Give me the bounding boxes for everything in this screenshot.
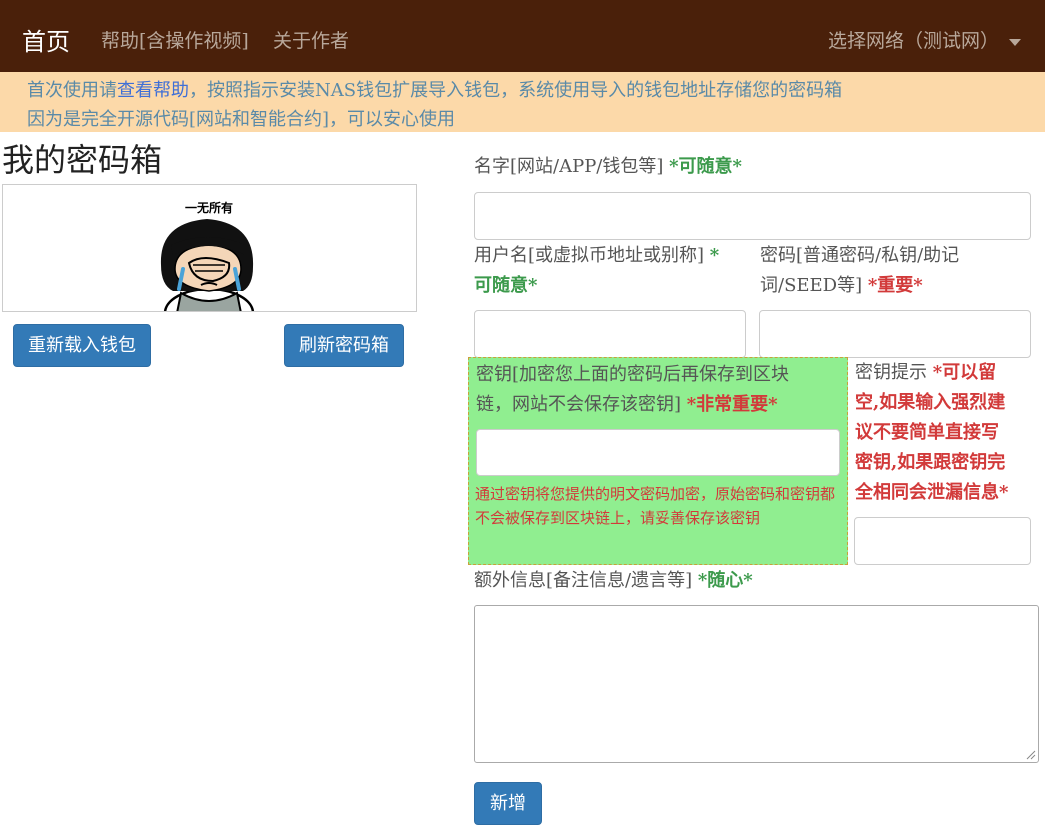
username-optional-tag-b: 可随意* xyxy=(474,275,538,296)
password-input[interactable] xyxy=(759,310,1031,358)
key-label: 密钥[加密您上面的密码后再保存到区块 链，网站不会保存该密钥] *非常重要* xyxy=(476,360,846,420)
key-very-important-tag: *非常重要* xyxy=(686,394,778,415)
username-label-text: 用户名[或虚拟币地址或别称] xyxy=(474,245,705,266)
caret-down-icon xyxy=(1009,38,1021,46)
extra-info-label-text: 额外信息[备注信息/遗言等] xyxy=(474,570,693,591)
key-hint-label-text: 密钥提示 xyxy=(855,362,927,383)
password-label-text-a: 密码[普通密码/私钥/助记 xyxy=(760,245,960,266)
key-hint-tag-4: 密钥,如果跟密钥完 xyxy=(855,452,1006,473)
key-hint-tag-2: 空,如果输入强烈建 xyxy=(855,392,1006,413)
username-label: 用户名[或虚拟币地址或别称] * 可随意* xyxy=(474,241,752,301)
nav-help-link[interactable]: 帮助[含操作视频] xyxy=(101,26,249,53)
password-label-text-b: 词/SEED等] xyxy=(760,275,863,296)
key-label-text-b: 链，网站不会保存该密钥] xyxy=(476,394,682,415)
network-select-label: 选择网络（测试网） xyxy=(827,30,999,52)
name-label-text: 名字[网站/APP/钱包等] xyxy=(474,156,664,177)
username-input[interactable] xyxy=(474,310,746,358)
key-panel: 密钥[加密您上面的密码后再保存到区块 链，网站不会保存该密钥] *非常重要* 通过… xyxy=(468,357,848,565)
extra-info-optional-tag: *随心* xyxy=(697,570,753,591)
network-select-dropdown[interactable]: 选择网络（测试网） xyxy=(828,26,1021,53)
username-optional-tag-a: * xyxy=(709,245,720,266)
key-hint-tag-5: 全相同会泄漏信息* xyxy=(855,482,1009,503)
page-title: 我的密码箱 xyxy=(2,141,163,179)
key-hint-label: 密钥提示 *可以留空,如果输入强烈建 议不要简单直接写 密钥,如果跟密钥完 全相同会泄… xyxy=(855,358,1040,508)
password-label: 密码[普通密码/私钥/助记 词/SEED等] *重要* xyxy=(760,241,1035,301)
navbar: 首页 帮助[含操作视频] 关于作者 选择网络（测试网） xyxy=(0,0,1045,72)
key-hint-tag-3: 议不要简单直接写 xyxy=(855,422,999,443)
notice-text-suffix: ，按照指示安装NAS钱包扩展导入钱包，系统使用导入的钱包地址存储您的密码箱 xyxy=(189,80,843,101)
name-optional-tag: *可随意* xyxy=(669,156,742,177)
extra-info-label: 额外信息[备注信息/遗言等] *随心* xyxy=(474,566,753,596)
notice-line-1: 首次使用请查看帮助，按照指示安装NAS钱包扩展导入钱包，系统使用导入的钱包地址存… xyxy=(27,76,842,102)
help-link[interactable]: 查看帮助 xyxy=(117,80,189,101)
reload-wallet-button[interactable]: 重新载入钱包 xyxy=(13,324,151,367)
empty-box-illustration: 一无所有 xyxy=(2,184,417,312)
name-input[interactable] xyxy=(474,192,1031,240)
add-button[interactable]: 新增 xyxy=(474,782,542,825)
name-label: 名字[网站/APP/钱包等] *可随意* xyxy=(474,152,742,182)
nav-home-link[interactable]: 首页 xyxy=(22,22,70,57)
crying-girl-icon xyxy=(160,219,255,311)
refresh-vault-button[interactable]: 刷新密码箱 xyxy=(284,324,404,367)
nav-about-link[interactable]: 关于作者 xyxy=(273,26,349,53)
key-hint-input[interactable] xyxy=(854,517,1031,565)
resize-grip-icon[interactable] xyxy=(1026,750,1036,760)
key-explanation-text: 通过密钥将您提供的明文密码加密，原始密码和密钥都不会被保存到区块链上，请妥善保存… xyxy=(475,485,836,527)
notice-line-2: 因为是完全开源代码[网站和智能合约]，可以安心使用 xyxy=(27,109,456,130)
key-hint-tag-1: *可以留 xyxy=(932,362,997,383)
notice-text-prefix: 首次使用请 xyxy=(27,80,117,101)
key-input[interactable] xyxy=(476,429,840,476)
password-important-tag: *重要* xyxy=(867,275,923,296)
notice-banner: 首次使用请查看帮助，按照指示安装NAS钱包扩展导入钱包，系统使用导入的钱包地址存… xyxy=(0,72,1045,132)
extra-info-textarea[interactable] xyxy=(474,605,1039,763)
key-label-text-a: 密钥[加密您上面的密码后再保存到区块 xyxy=(476,364,790,385)
